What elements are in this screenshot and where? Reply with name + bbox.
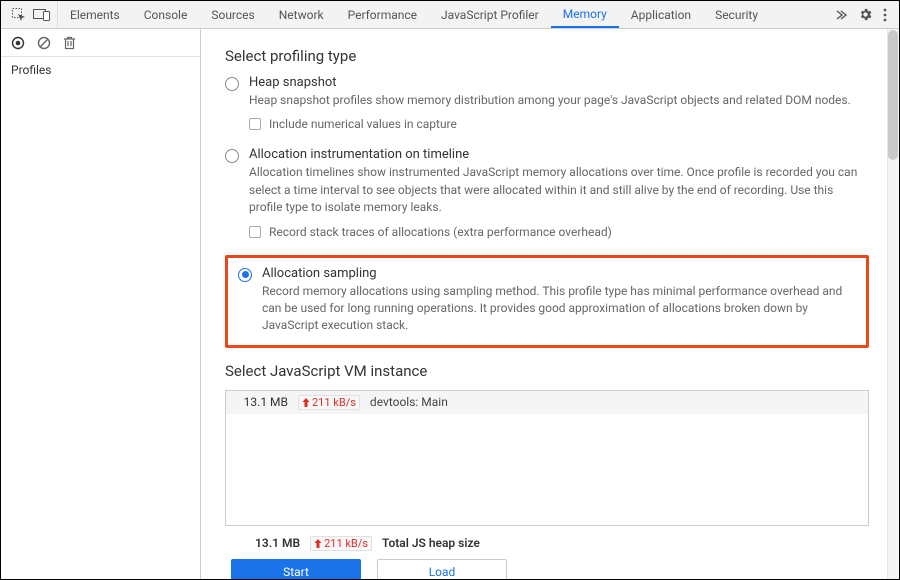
scrollbar-thumb[interactable] (888, 30, 898, 160)
scrollbar[interactable] (887, 29, 899, 579)
panel-tabs: Elements Console Sources Network Perform… (58, 1, 826, 28)
option-allocation-timeline[interactable]: Allocation instrumentation on timeline A… (225, 147, 869, 238)
vm-instance-list[interactable]: 13.1 MB 211 kB/s devtools: Main (225, 390, 869, 526)
sub-check-stack-traces[interactable]: Record stack traces of allocations (extr… (249, 225, 869, 239)
topbar-right (826, 7, 895, 22)
radio-heap-snapshot[interactable] (225, 77, 239, 91)
clear-icon[interactable] (37, 36, 51, 50)
footer-summary: 13.1 MB 211 kB/s Total JS heap size (225, 526, 869, 559)
sidebar-section-profiles[interactable]: Profiles (1, 57, 200, 83)
option-desc: Allocation timelines show instrumented J… (249, 164, 869, 216)
trash-icon[interactable] (63, 36, 76, 50)
checkbox-icon[interactable] (249, 226, 261, 238)
tab-network[interactable]: Network (267, 1, 336, 28)
sub-check-numerical-values[interactable]: Include numerical values in capture (249, 117, 869, 131)
option-title: Allocation instrumentation on timeline (249, 147, 869, 162)
action-buttons: Start Load (225, 559, 869, 579)
sidebar-toolbar (1, 29, 200, 57)
gear-icon[interactable] (858, 7, 873, 22)
trend-rate: 211 kB/s (312, 396, 356, 409)
arrow-up-icon (314, 539, 322, 548)
trend-badge: 211 kB/s (298, 395, 360, 410)
tab-application[interactable]: Application (619, 1, 703, 28)
option-heap-snapshot[interactable]: Heap snapshot Heap snapshot profiles sho… (225, 75, 869, 131)
sub-check-label: Record stack traces of allocations (extr… (269, 225, 612, 239)
tab-elements[interactable]: Elements (58, 1, 132, 28)
main-panel: Select profiling type Heap snapshot Heap… (201, 29, 899, 579)
more-tabs-icon[interactable] (834, 8, 848, 22)
section-title-vm-instance: Select JavaScript VM instance (225, 362, 869, 380)
trend-rate: 211 kB/s (324, 537, 368, 550)
trend-badge: 211 kB/s (310, 536, 372, 551)
highlighted-option-box: Allocation sampling Record memory alloca… (225, 255, 869, 348)
device-toggle-icon[interactable] (33, 8, 51, 22)
option-desc: Record memory allocations using sampling… (262, 283, 856, 335)
sub-check-label: Include numerical values in capture (269, 117, 457, 131)
vm-name: devtools: Main (370, 395, 448, 409)
vm-instance-row[interactable]: 13.1 MB 211 kB/s devtools: Main (226, 391, 868, 414)
devtools-topbar: Elements Console Sources Network Perform… (1, 1, 899, 29)
option-title: Heap snapshot (249, 75, 869, 90)
tab-performance[interactable]: Performance (336, 1, 429, 28)
start-button[interactable]: Start (231, 559, 361, 579)
record-icon[interactable] (11, 36, 25, 50)
radio-allocation-sampling[interactable] (238, 268, 252, 282)
tab-memory[interactable]: Memory (551, 1, 619, 28)
load-button[interactable]: Load (377, 559, 507, 579)
option-title: Allocation sampling (262, 266, 856, 281)
tab-security[interactable]: Security (703, 1, 770, 28)
footer-size: 13.1 MB (255, 536, 300, 550)
radio-allocation-timeline[interactable] (225, 149, 239, 163)
vm-size: 13.1 MB (236, 395, 288, 409)
checkbox-icon[interactable] (249, 118, 261, 130)
tab-console[interactable]: Console (132, 1, 200, 28)
top-left-icons (5, 1, 58, 28)
option-desc: Heap snapshot profiles show memory distr… (249, 92, 869, 109)
tab-js-profiler[interactable]: JavaScript Profiler (429, 1, 551, 28)
option-allocation-sampling[interactable]: Allocation sampling Record memory alloca… (238, 266, 856, 335)
sidebar: Profiles (1, 29, 201, 579)
footer-label: Total JS heap size (382, 536, 480, 550)
kebab-menu-icon[interactable] (883, 8, 887, 22)
section-title-profiling-type: Select profiling type (225, 47, 869, 65)
inspect-icon[interactable] (11, 7, 27, 23)
arrow-up-icon (302, 398, 310, 407)
body-split: Profiles Select profiling type Heap snap… (1, 29, 899, 579)
tab-sources[interactable]: Sources (199, 1, 266, 28)
